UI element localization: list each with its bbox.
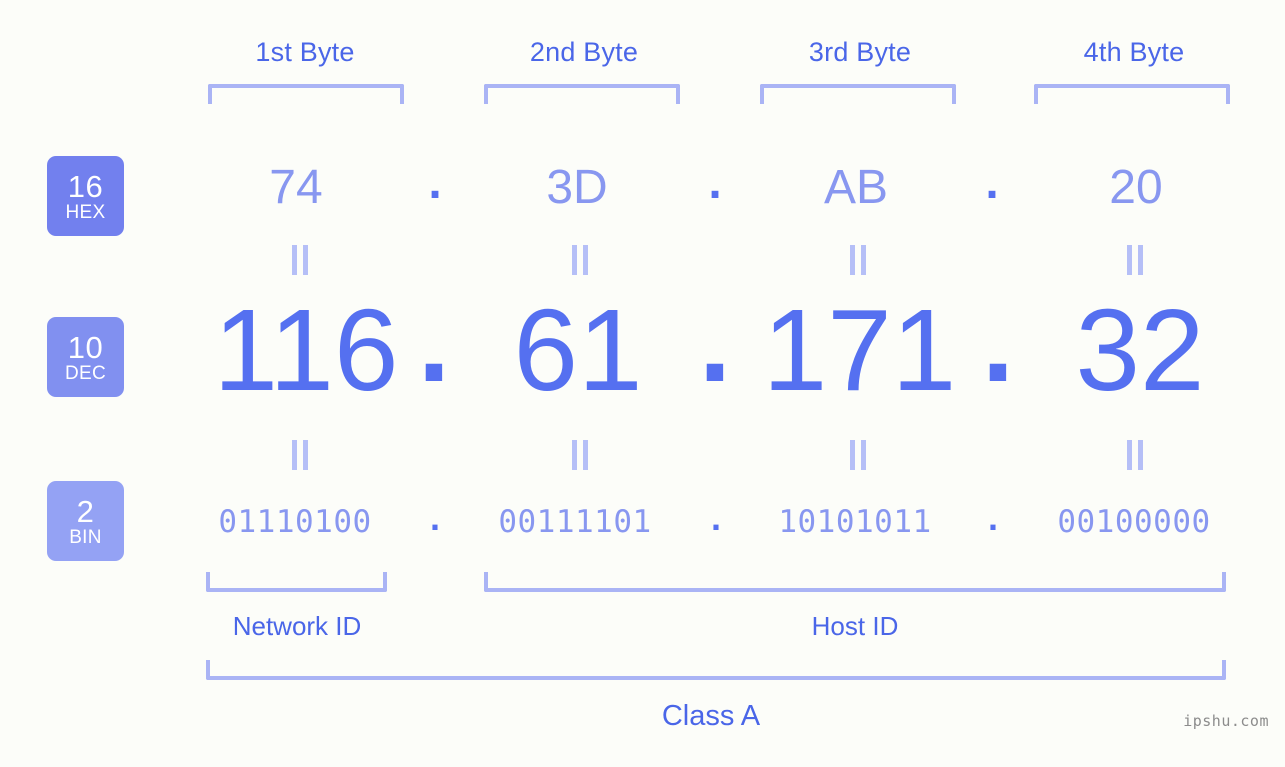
base-badge-hex-number: 16 <box>67 168 104 204</box>
base-badge-bin-label: BIN <box>69 526 102 548</box>
bin-octet-3: 10101011 <box>778 504 932 540</box>
equals-separator-dec-bin-2 <box>567 440 593 470</box>
bin-separator-1: . <box>429 497 440 538</box>
ip-breakdown-diagram: 1st Byte 2nd Byte 3rd Byte 4th Byte 16 H… <box>0 0 1285 767</box>
base-badge-hex-label: HEX <box>65 201 106 223</box>
equals-separator-dec-bin-4 <box>1122 440 1148 470</box>
network-id-bracket <box>206 572 387 592</box>
dec-octet-1: 116 <box>213 285 399 415</box>
host-id-label: Host ID <box>811 611 899 641</box>
bin-separator-2: . <box>710 497 721 538</box>
host-id-bracket <box>484 572 1226 592</box>
hex-separator-1: . <box>428 156 442 209</box>
hex-separator-2: . <box>708 156 722 209</box>
byte-header-3: 3rd Byte <box>808 37 912 67</box>
bin-octet-1: 01110100 <box>218 504 372 540</box>
network-id-label: Network ID <box>232 611 362 641</box>
base-badge-hex: 16 HEX <box>47 156 124 236</box>
dec-separator-2: . <box>698 276 732 406</box>
bin-octet-4: 00100000 <box>1057 504 1211 540</box>
byte-bracket-3 <box>760 84 956 104</box>
bin-octet-2: 00111101 <box>498 504 652 540</box>
dec-separator-3: . <box>981 276 1015 406</box>
dec-separator-1: . <box>417 276 451 406</box>
hex-separator-3: . <box>985 156 999 209</box>
dec-octet-2: 61 <box>513 285 643 415</box>
watermark: ipshu.com <box>1183 712 1269 730</box>
hex-octet-2: 3D <box>546 161 608 214</box>
bin-separator-3: . <box>987 497 998 538</box>
byte-header-4: 4th Byte <box>1083 37 1185 67</box>
base-badge-bin-number: 2 <box>76 493 95 529</box>
dec-octet-4: 32 <box>1075 285 1205 415</box>
hex-octet-3: AB <box>823 161 889 214</box>
byte-bracket-2 <box>484 84 680 104</box>
byte-bracket-4 <box>1034 84 1230 104</box>
class-bracket <box>206 660 1226 680</box>
base-badge-dec-label: DEC <box>64 362 106 384</box>
base-badge-bin: 2 BIN <box>47 481 124 561</box>
byte-bracket-1 <box>208 84 404 104</box>
byte-header-2: 2nd Byte <box>529 37 639 67</box>
equals-separator-dec-bin-1 <box>287 440 313 470</box>
class-label: Class A <box>661 700 761 732</box>
equals-separator-hex-dec-4 <box>1122 245 1148 275</box>
equals-separator-hex-dec-1 <box>287 245 313 275</box>
byte-header-1: 1st Byte <box>255 37 355 67</box>
base-badge-dec-number: 10 <box>67 329 104 365</box>
equals-separator-dec-bin-3 <box>845 440 871 470</box>
base-badge-dec: 10 DEC <box>47 317 124 397</box>
hex-octet-1: 74 <box>269 161 323 214</box>
equals-separator-hex-dec-3 <box>845 245 871 275</box>
hex-octet-4: 20 <box>1109 161 1163 214</box>
dec-octet-3: 171 <box>762 285 957 415</box>
equals-separator-hex-dec-2 <box>567 245 593 275</box>
